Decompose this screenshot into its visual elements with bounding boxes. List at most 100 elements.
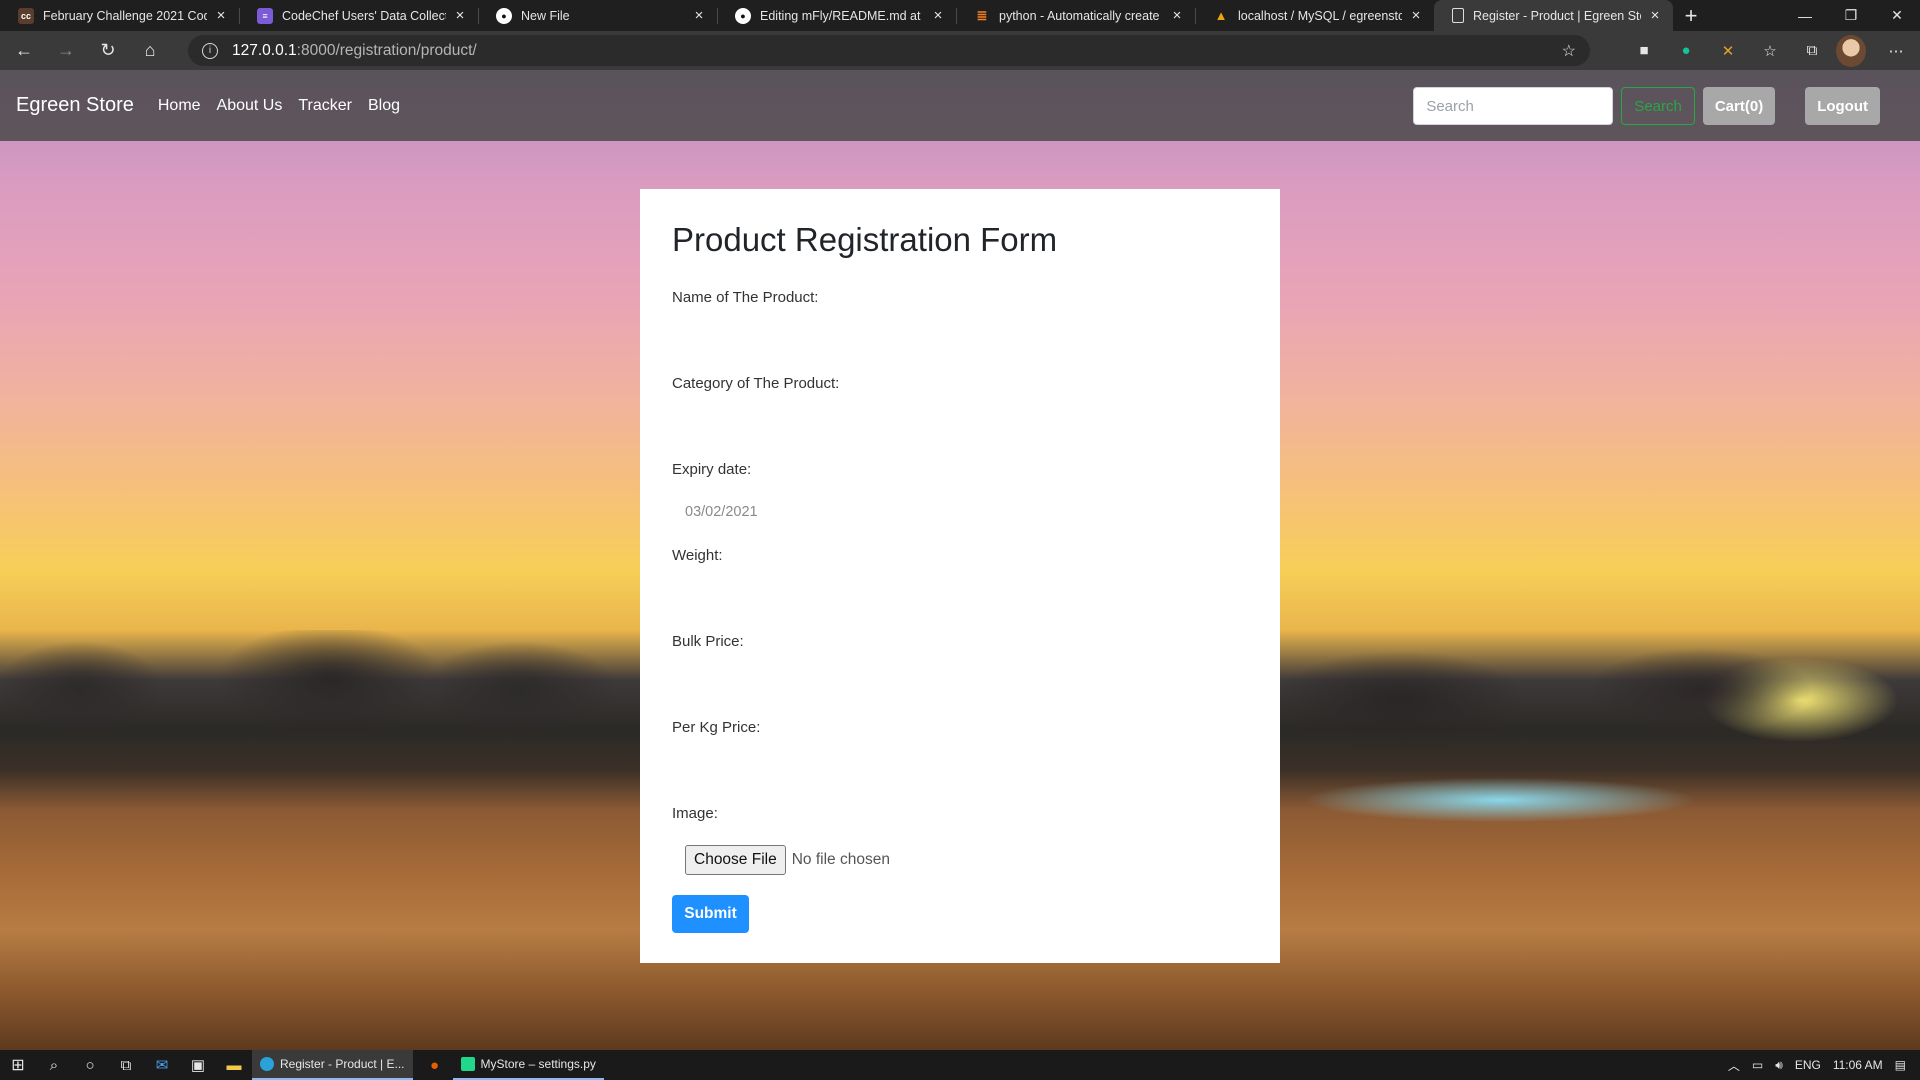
taskbar-app-edge[interactable]: Register - Product | E... <box>252 1050 413 1080</box>
browser-tab-active[interactable]: Register - Product | Egreen Store × <box>1434 0 1673 31</box>
taskbar-app-label: MyStore – settings.py <box>480 1057 596 1071</box>
close-tab-icon[interactable]: × <box>213 7 229 24</box>
search-icon[interactable]: ⌕ <box>36 1050 72 1080</box>
weight-label: Weight: <box>672 547 723 564</box>
image-file-input: Choose File No file chosen <box>685 845 1248 875</box>
submit-button[interactable]: Submit <box>672 895 749 933</box>
forward-icon[interactable]: → <box>48 35 84 67</box>
camera-extension-icon[interactable]: ■ <box>1626 35 1662 67</box>
profile-avatar[interactable] <box>1836 34 1872 67</box>
tab-title: Register - Product | Egreen Store <box>1473 8 1641 23</box>
tab-title: New File <box>521 8 570 23</box>
pycharm-icon <box>460 1057 475 1071</box>
file-explorer-icon[interactable]: ▬ <box>216 1050 252 1080</box>
taskbar-app-pycharm[interactable]: MyStore – settings.py <box>452 1050 604 1080</box>
tab-title: Editing mFly/README.md at ma <box>760 8 924 23</box>
per-kg-price-label: Per Kg Price: <box>672 719 761 736</box>
browser-tab[interactable]: ● New File × <box>478 0 717 31</box>
windows-start-icon[interactable]: ⊞ <box>0 1050 36 1080</box>
close-tab-icon[interactable]: × <box>1647 7 1663 24</box>
home-icon[interactable]: ⌂ <box>132 35 168 67</box>
expiry-date-group: Expiry date: 03/02/2021 <box>672 461 1248 547</box>
browser-tab[interactable]: ≣ python - Automatically create re × <box>956 0 1195 31</box>
window-controls: — ❐ ✕ <box>1782 0 1920 31</box>
close-tab-icon[interactable]: × <box>1408 7 1424 24</box>
forms-icon: ≡ <box>257 7 273 24</box>
github-icon: ● <box>496 7 512 24</box>
github-icon: ● <box>735 7 751 24</box>
cart-button[interactable]: Cart(0) <box>1702 87 1776 125</box>
network-icon[interactable]: ▭ <box>1752 1058 1763 1072</box>
task-view-icon[interactable]: ⧉ <box>108 1050 144 1080</box>
store-icon[interactable]: ▣ <box>180 1050 216 1080</box>
product-name-group: Name of The Product: <box>672 289 1248 375</box>
back-icon[interactable]: ← <box>6 35 42 67</box>
browser-tab[interactable]: ▲ localhost / MySQL / egreenstore × <box>1195 0 1434 31</box>
notifications-icon[interactable]: ▤ <box>1895 1058 1906 1072</box>
add-favorite-icon[interactable]: ☆ <box>1562 41 1576 61</box>
url-text: 127.0.0.1:8000/registration/product/ <box>232 41 477 59</box>
close-tab-icon[interactable]: × <box>1169 7 1185 24</box>
minimize-icon[interactable]: — <box>1782 0 1828 31</box>
taskbar-app-label: Register - Product | E... <box>280 1057 405 1071</box>
close-window-icon[interactable]: ✕ <box>1874 0 1920 31</box>
brand-logo[interactable]: Egreen Store <box>16 94 134 117</box>
browser-tab[interactable]: ≡ CodeChef Users' Data Collection × <box>239 0 478 31</box>
codechef-icon: cc <box>18 7 34 24</box>
browser-tab[interactable]: ● Editing mFly/README.md at ma × <box>717 0 956 31</box>
nav-tracker[interactable]: Tracker <box>298 97 352 115</box>
file-status-text: No file chosen <box>791 851 890 868</box>
nav-about-us[interactable]: About Us <box>217 97 283 115</box>
weight-group: Weight: <box>672 547 1248 633</box>
edge-icon <box>260 1057 274 1071</box>
volume-icon[interactable]: 🔊︎ <box>1775 1058 1783 1073</box>
grammarly-extension-icon[interactable]: ● <box>1668 35 1704 67</box>
expiry-date-label: Expiry date: <box>672 461 752 478</box>
nav-home[interactable]: Home <box>158 97 201 115</box>
tab-title: February Challenge 2021 Coding <box>43 8 207 23</box>
firefox-icon[interactable]: ● <box>417 1050 453 1080</box>
product-category-group: Category of The Product: <box>672 375 1248 461</box>
cortana-icon[interactable]: ○ <box>72 1050 108 1080</box>
tray-chevron-icon[interactable]: ︿ <box>1728 1057 1740 1074</box>
search-input[interactable] <box>1413 87 1614 125</box>
bulk-price-label: Bulk Price: <box>672 633 744 650</box>
windows-taskbar: ⊞ ⌕ ○ ⧉ ✉ ▣ ▬ Register - Product | E... … <box>0 1050 1920 1080</box>
close-tab-icon[interactable]: × <box>452 7 468 24</box>
form-title: Product Registration Form <box>672 221 1058 258</box>
restore-icon[interactable]: ❐ <box>1828 0 1874 31</box>
nav-blog[interactable]: Blog <box>368 97 400 115</box>
browser-toolbar: ← → ↻ ⌂ i 127.0.0.1:8000/registration/pr… <box>0 31 1920 70</box>
search-button[interactable]: Search <box>1621 87 1695 125</box>
per-kg-price-group: Per Kg Price: <box>672 719 1248 805</box>
new-tab-button[interactable]: + <box>1673 0 1709 31</box>
extension-icon[interactable]: ✕ <box>1710 35 1746 67</box>
language-indicator[interactable]: ENG <box>1795 1058 1821 1072</box>
extensions-area: ■ ● ✕ ☆ ⧉ ⋯ <box>1626 31 1920 70</box>
choose-file-button[interactable]: Choose File <box>685 845 786 875</box>
favorites-icon[interactable]: ☆ <box>1752 35 1788 67</box>
system-tray: ︿ ▭ 🔊︎ ENG 11:06 AM ▤ <box>1728 1050 1920 1080</box>
tab-title: localhost / MySQL / egreenstore <box>1238 8 1402 23</box>
product-category-label: Category of The Product: <box>672 375 840 392</box>
browser-tab-strip: cc February Challenge 2021 Coding × ≡ Co… <box>0 0 1920 31</box>
expiry-date-input[interactable]: 03/02/2021 <box>685 504 1248 520</box>
page-viewport: Egreen Store Home About Us Tracker Blog … <box>0 70 1920 1050</box>
site-info-icon[interactable]: i <box>202 42 218 59</box>
mail-icon[interactable]: ✉ <box>144 1050 180 1080</box>
close-tab-icon[interactable]: × <box>930 7 946 24</box>
address-bar[interactable]: i 127.0.0.1:8000/registration/product/ ☆ <box>188 35 1590 66</box>
stackoverflow-icon: ≣ <box>976 7 988 23</box>
close-tab-icon[interactable]: × <box>691 7 707 24</box>
refresh-icon[interactable]: ↻ <box>90 35 126 67</box>
browser-tab[interactable]: cc February Challenge 2021 Coding × <box>0 0 239 31</box>
more-icon[interactable]: ⋯ <box>1878 35 1914 67</box>
site-navbar: Egreen Store Home About Us Tracker Blog … <box>0 70 1920 141</box>
tab-title: CodeChef Users' Data Collection <box>282 8 446 23</box>
phpmyadmin-icon: ▲ <box>1214 8 1228 23</box>
tab-title: python - Automatically create re <box>999 8 1163 23</box>
navbar-actions: Search Cart(0) Logout <box>1413 87 1880 125</box>
clock[interactable]: 11:06 AM <box>1833 1058 1883 1072</box>
collections-icon[interactable]: ⧉ <box>1794 35 1830 67</box>
logout-button[interactable]: Logout <box>1805 87 1880 125</box>
